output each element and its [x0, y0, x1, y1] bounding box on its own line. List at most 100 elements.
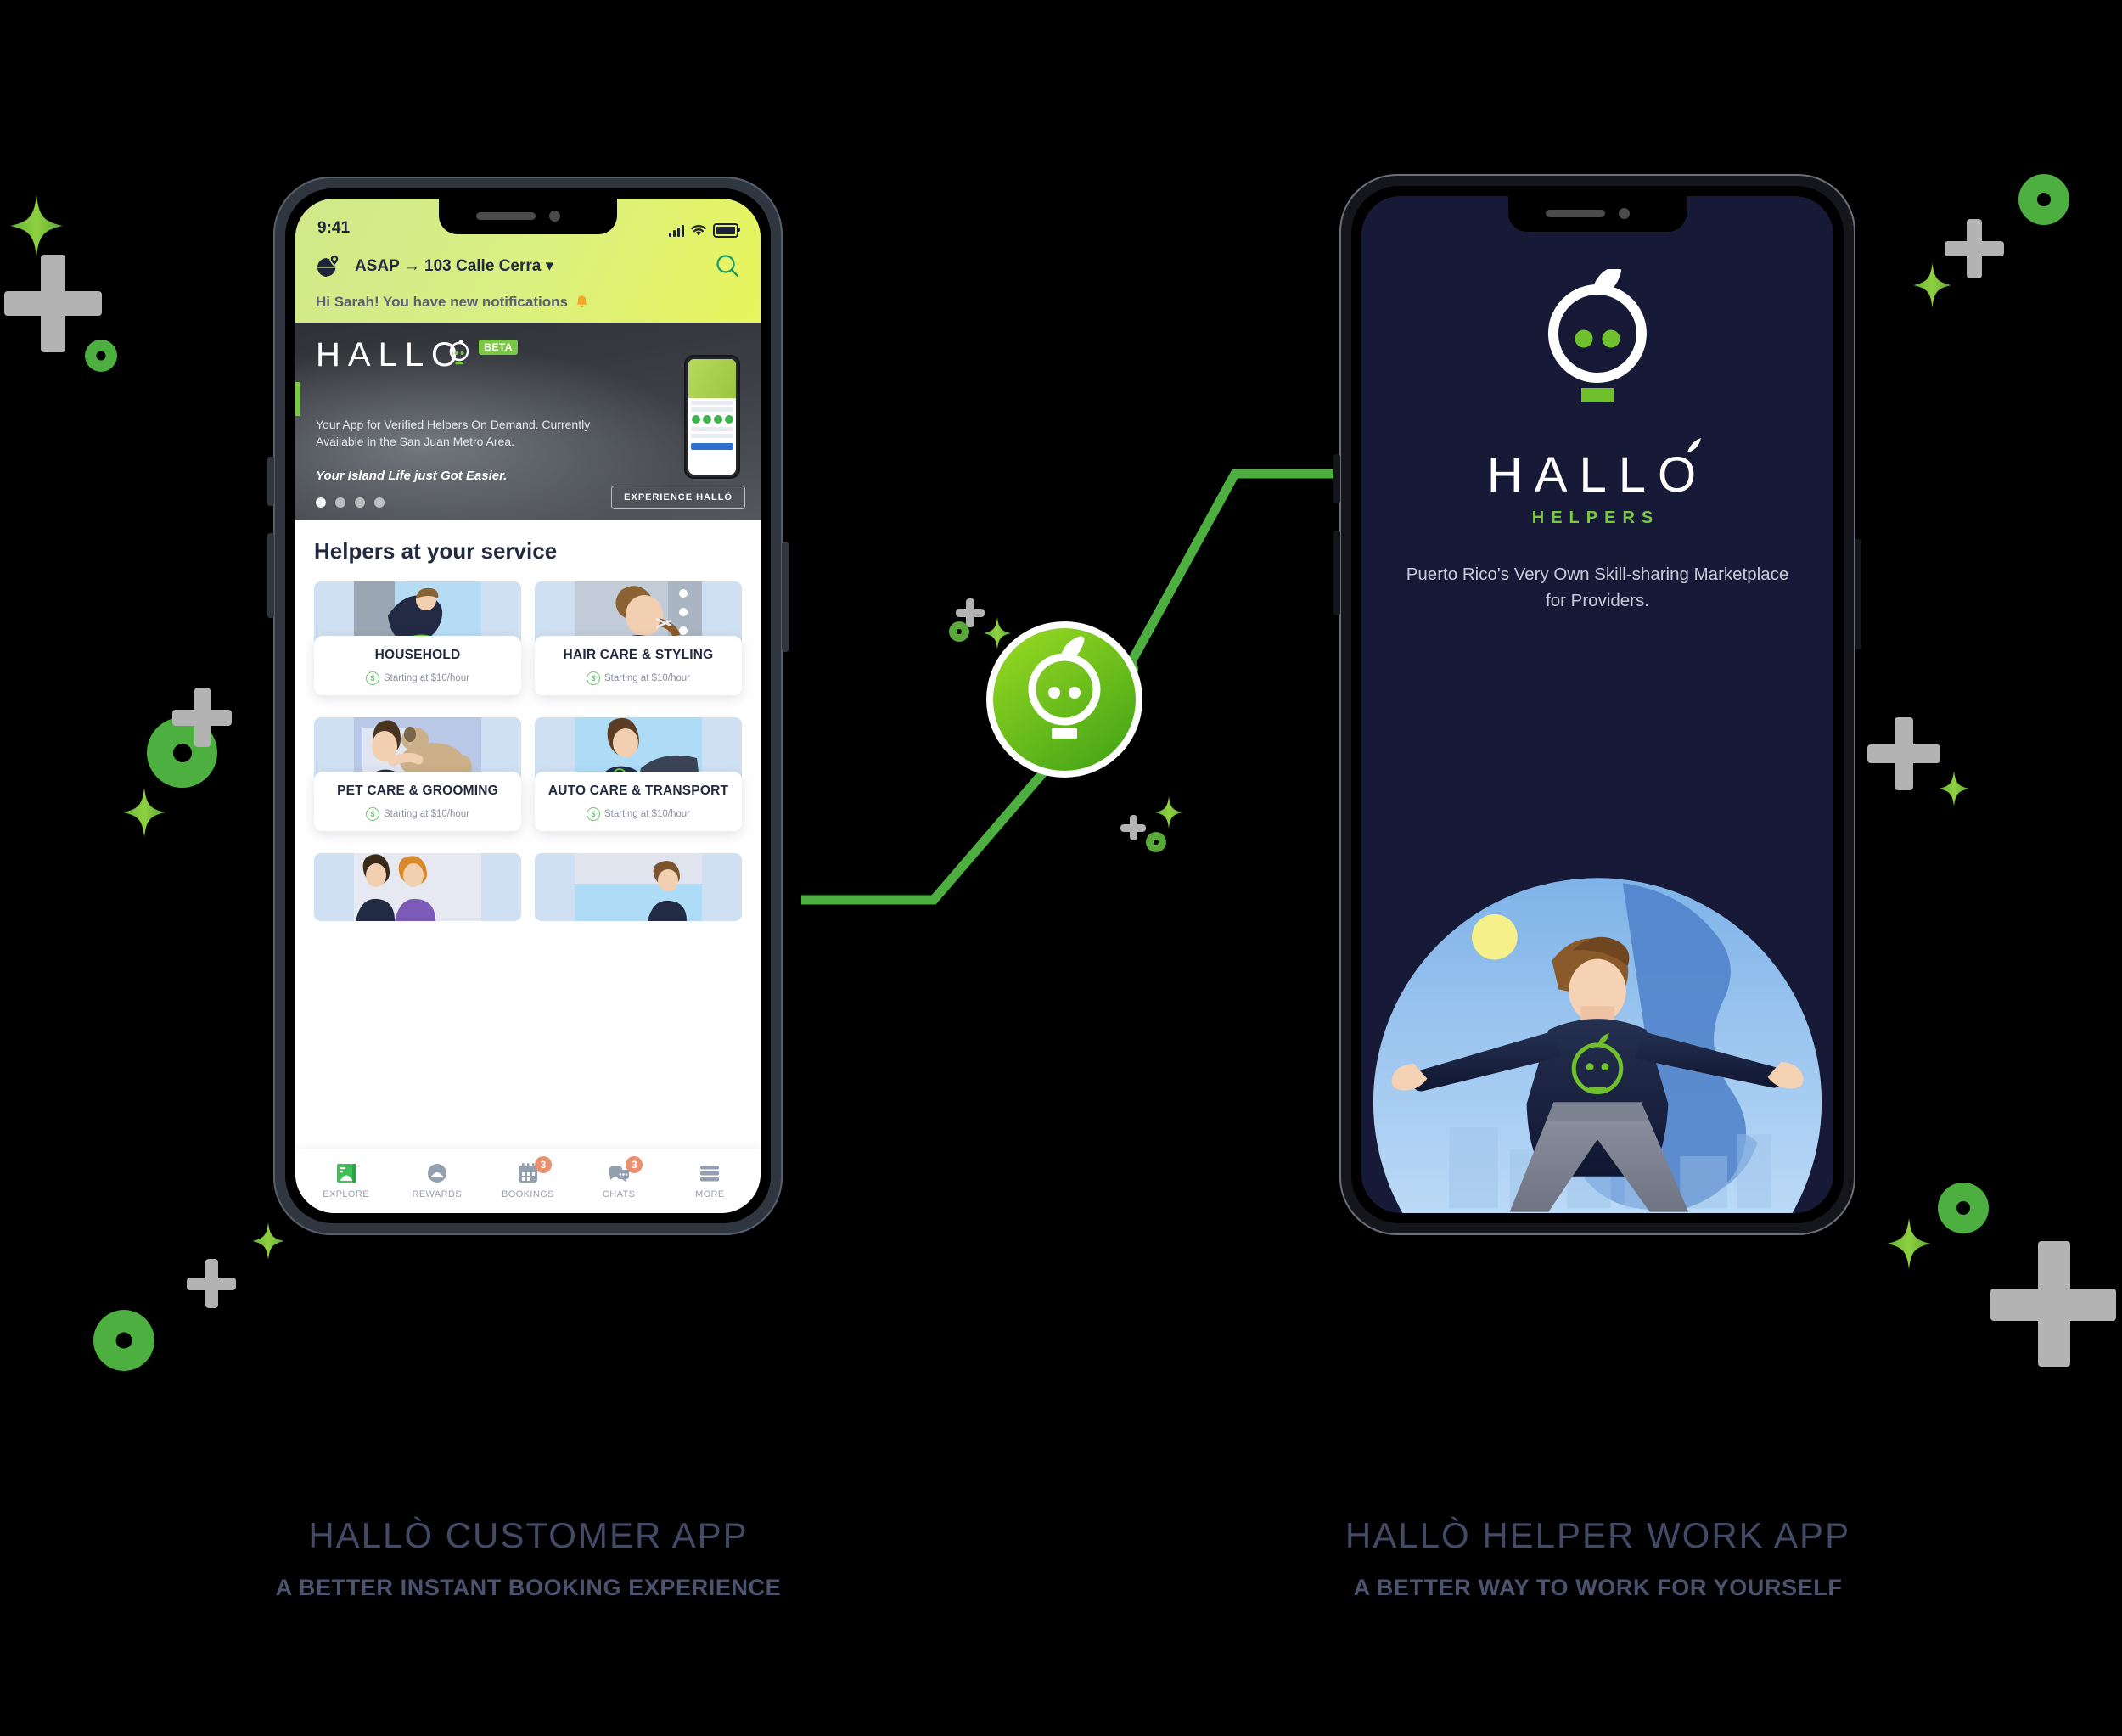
decor-sparkle-icon: [10, 195, 63, 256]
decor-sparkle-icon: [252, 1222, 284, 1260]
service-price: $ Starting at $10/hour: [319, 807, 516, 821]
helper-brand-text: HALLO: [1487, 438, 1708, 500]
service-card-label: HAIR CARE & STYLING $ Starting at $10/hou…: [535, 636, 742, 695]
decor-plus-icon: [187, 1259, 236, 1308]
location-text: ASAP → 103 Calle Cerra ▾: [355, 256, 554, 275]
decor-plus-icon: [4, 255, 102, 352]
banner-green-accent: [295, 382, 300, 416]
phone-power-button: [782, 542, 789, 652]
decor-ring-icon: [85, 340, 117, 372]
service-card[interactable]: [535, 853, 742, 921]
service-card-row-2: PET CARE & GROOMING $ Starting at $10/hou…: [295, 717, 761, 831]
decor-plus-icon: [1945, 219, 2004, 278]
tab-rewards[interactable]: REWARDS: [408, 1162, 466, 1199]
decor-sparkle-icon: [1884, 1218, 1934, 1269]
tab-bookings[interactable]: 3 BOOKINGS: [499, 1156, 557, 1199]
phone-power-button: [1855, 539, 1861, 649]
tab-more[interactable]: MORE: [681, 1162, 738, 1199]
service-card-image: [535, 853, 742, 921]
caption-title: HALLÒ CUSTOMER APP: [308, 1515, 749, 1555]
service-name: AUTO CARE & TRANSPORT: [547, 784, 729, 798]
explore-book-icon: [335, 1162, 357, 1184]
caption-title: HALLÒ HELPER WORK APP: [1344, 1515, 1851, 1555]
front-camera: [549, 211, 560, 222]
hamburger-menu-icon: [699, 1162, 721, 1184]
caption-subtitle: A BETTER INSTANT BOOKING EXPERIENCE: [275, 1575, 782, 1600]
service-card-label: PET CARE & GROOMING $ Starting at $10/hou…: [314, 772, 521, 831]
service-card-image: [314, 853, 521, 921]
earpiece-speaker: [476, 212, 536, 220]
tab-chats[interactable]: 3 CHATS: [590, 1156, 648, 1199]
decor-plus-icon: [1120, 815, 1146, 840]
service-card[interactable]: PET CARE & GROOMING $ Starting at $10/hou…: [314, 717, 521, 831]
front-camera: [1619, 208, 1630, 219]
tab-label: MORE: [695, 1189, 725, 1199]
decor-ring-icon: [1938, 1183, 1989, 1233]
section-title: Helpers at your service: [314, 538, 558, 564]
phone-notch: [439, 199, 617, 234]
dollar-coin-icon: $: [586, 807, 600, 821]
decor-sparkle-icon: [1939, 771, 1969, 806]
greeting-text: Hi Sarah! You have new notifications: [316, 294, 568, 310]
hallo-face-logo-icon: [1534, 266, 1661, 422]
status-time: 9:41: [317, 219, 351, 237]
battery-icon: [713, 223, 740, 238]
banner-brand: HALLO BETA: [316, 338, 518, 372]
caption-helper-app: HALLÒ HELPER WORK APP A BETTER WAY TO WO…: [1201, 1515, 1995, 1601]
phone-volume-button: [267, 533, 274, 618]
helper-sub-brand: HELPERS: [1531, 508, 1660, 527]
service-card-row-1: HOUSEHOLD $ Starting at $10/hour HAIR CA…: [295, 581, 761, 695]
decor-sparkle-icon: [983, 617, 1012, 649]
decor-plus-icon: [1990, 1241, 2116, 1367]
service-name: HAIR CARE & STYLING: [563, 648, 714, 662]
decor-sparkle-icon: [1154, 796, 1183, 829]
service-card[interactable]: HAIR CARE & STYLING $ Starting at $10/hou…: [535, 581, 742, 695]
location-selector[interactable]: ASAP → 103 Calle Cerra ▾: [295, 241, 761, 285]
tab-badge: 3: [534, 1156, 552, 1173]
wifi-icon: [691, 225, 706, 236]
decor-ring-icon: [1146, 832, 1166, 852]
tab-explore[interactable]: EXPLORE: [317, 1162, 375, 1199]
service-card[interactable]: HOUSEHOLD $ Starting at $10/hour: [314, 581, 521, 695]
decor-ring-icon: [949, 621, 969, 642]
phone-customer-app: 9:41 ASAP → 103 Calle Cerra ▾ Hi Sarah! …: [267, 177, 789, 1235]
helper-person-globe-illustration: [1361, 848, 1833, 1213]
service-name: PET CARE & GROOMING: [337, 784, 498, 798]
service-price: $ Starting at $10/hour: [319, 671, 516, 685]
banner-subtitle: Your App for Verified Helpers On Demand.…: [316, 418, 591, 449]
beta-badge: BETA: [479, 340, 518, 355]
brand-accent-icon: [1687, 438, 1702, 452]
tab-label: CHATS: [602, 1189, 636, 1199]
banner-tagline: Your Island Life just Got Easier.: [316, 469, 508, 483]
tab-badge: 3: [626, 1156, 643, 1173]
dollar-coin-icon: $: [586, 671, 600, 685]
bottom-tab-bar: EXPLORE REWARDS 3 BOOKINGS 3 CHATS MORE: [295, 1149, 761, 1213]
rewards-tray-icon: [426, 1162, 448, 1184]
services-section: Helpers at your service: [295, 520, 761, 570]
phone-helper-work-app: HALLO HELPERS Puerto Rico's Very Own Ski…: [1333, 174, 1861, 1235]
service-card[interactable]: AUTO CARE & TRANSPORT $ Starting at $10/h…: [535, 717, 742, 831]
decor-ring-icon: [93, 1310, 154, 1371]
search-icon[interactable]: [715, 253, 740, 278]
dollar-coin-icon: $: [365, 807, 379, 821]
decor-plus-icon: [1867, 717, 1940, 790]
decor-plus-icon: [172, 688, 232, 747]
promo-banner[interactable]: HALLO BETA Your App for Verified Helpers…: [295, 323, 761, 520]
banner-mini-phone-image: [686, 357, 738, 477]
decor-sparkle-icon: [123, 788, 166, 837]
service-price: $ Starting at $10/hour: [540, 671, 737, 685]
phone-side-button: [267, 457, 274, 506]
experience-hallo-button[interactable]: EXPERIENCE HALLÒ: [611, 486, 745, 509]
earpiece-speaker: [1546, 210, 1605, 217]
banner-brand-text: HALLO: [316, 336, 466, 374]
caption-customer-app: HALLÒ CUSTOMER APP A BETTER INSTANT BOOK…: [132, 1515, 925, 1601]
tab-label: BOOKINGS: [502, 1189, 554, 1199]
cellular-bars-icon: [669, 224, 684, 237]
service-card[interactable]: [314, 853, 521, 921]
brand-text-value: HALLO: [1486, 447, 1709, 503]
decor-sparkle-icon: [1912, 263, 1952, 307]
carousel-dots[interactable]: [316, 497, 385, 508]
phone-notch: [1508, 196, 1687, 232]
notification-greeting[interactable]: Hi Sarah! You have new notifications: [295, 285, 761, 323]
tab-label: EXPLORE: [323, 1189, 369, 1199]
